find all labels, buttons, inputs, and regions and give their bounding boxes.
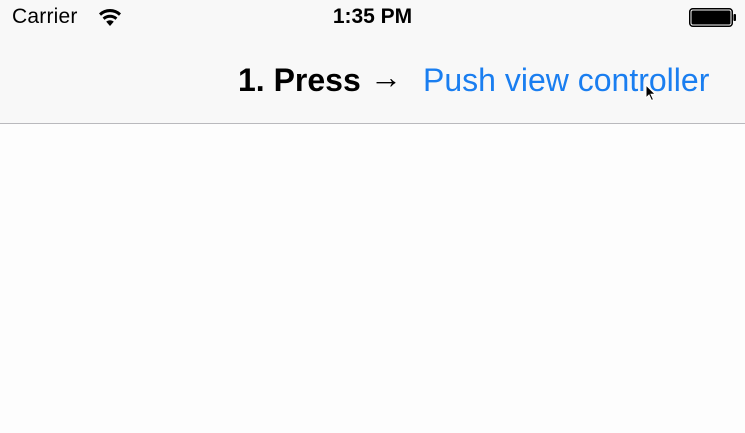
mouse-cursor-icon — [645, 84, 657, 102]
navigation-bar: 1. Press → Push view controller — [0, 36, 745, 124]
battery-icon — [689, 8, 736, 27]
instruction-label: 1. Press — [238, 62, 361, 98]
status-bar: Carrier 1:35 PM — [0, 0, 745, 36]
push-view-controller-button[interactable]: Push view controller — [423, 62, 709, 99]
status-time: 1:35 PM — [332, 5, 413, 28]
content-area — [0, 124, 745, 433]
arrow-icon: → — [370, 59, 402, 95]
iphone-screen: Carrier 1:35 PM 1. Press → Push view con… — [0, 0, 745, 433]
